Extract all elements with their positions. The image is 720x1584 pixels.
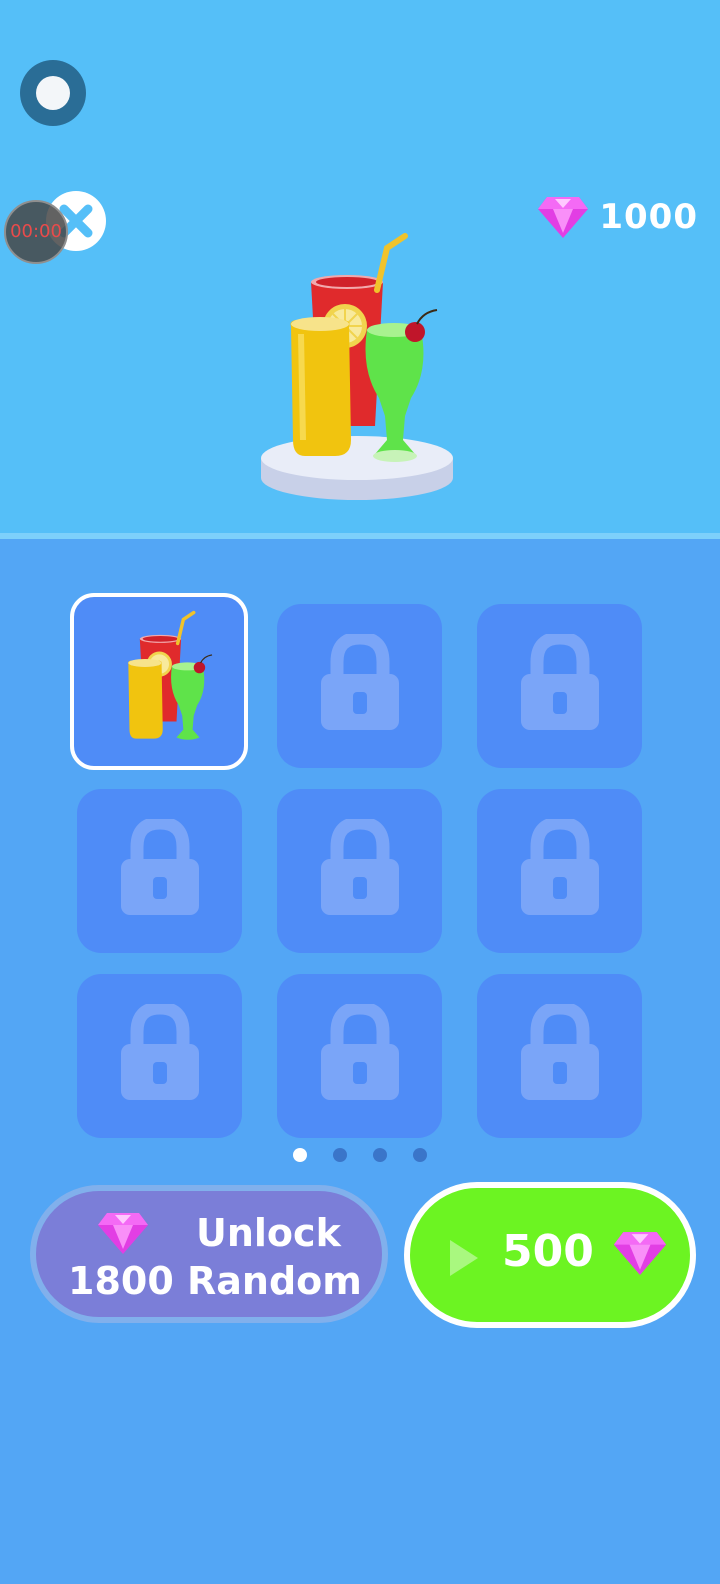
unlock-random-button[interactable]: Unlock 1800 Random <box>30 1185 388 1323</box>
lock-icon <box>321 1004 399 1100</box>
drinks-skin-icon <box>128 610 213 740</box>
watch-ad-reward-button[interactable]: 500 <box>404 1182 696 1328</box>
skin-tile-locked[interactable] <box>77 789 242 953</box>
unlock-price-label: 1800 Random <box>68 1259 362 1303</box>
gem-icon <box>613 1232 667 1275</box>
skin-grid <box>0 0 720 1140</box>
skin-tile-locked[interactable] <box>277 604 442 768</box>
lock-icon <box>121 819 199 915</box>
lock-icon <box>521 634 599 730</box>
page-dot[interactable] <box>333 1148 347 1162</box>
skin-tile-locked[interactable] <box>477 789 642 953</box>
skin-tile-locked[interactable] <box>477 604 642 768</box>
skin-tile-locked[interactable] <box>277 789 442 953</box>
gem-icon <box>98 1213 148 1254</box>
ad-reward-value: 500 <box>502 1226 594 1277</box>
play-icon <box>450 1240 478 1276</box>
skin-tile-selected[interactable] <box>70 593 248 770</box>
lock-icon <box>521 819 599 915</box>
skin-tile-locked[interactable] <box>277 974 442 1138</box>
page-dot[interactable] <box>373 1148 387 1162</box>
lock-icon <box>321 634 399 730</box>
lock-icon <box>121 1004 199 1100</box>
page-dot[interactable] <box>413 1148 427 1162</box>
unlock-label: Unlock <box>196 1211 341 1255</box>
page-indicator <box>290 1148 430 1162</box>
skin-shop-screen: 00:00 1000 Unlock 1800 Random 500 <box>0 0 720 1584</box>
skin-tile-locked[interactable] <box>477 974 642 1138</box>
lock-icon <box>321 819 399 915</box>
page-dot-active[interactable] <box>293 1148 307 1162</box>
skin-tile-locked[interactable] <box>77 974 242 1138</box>
lock-icon <box>521 1004 599 1100</box>
